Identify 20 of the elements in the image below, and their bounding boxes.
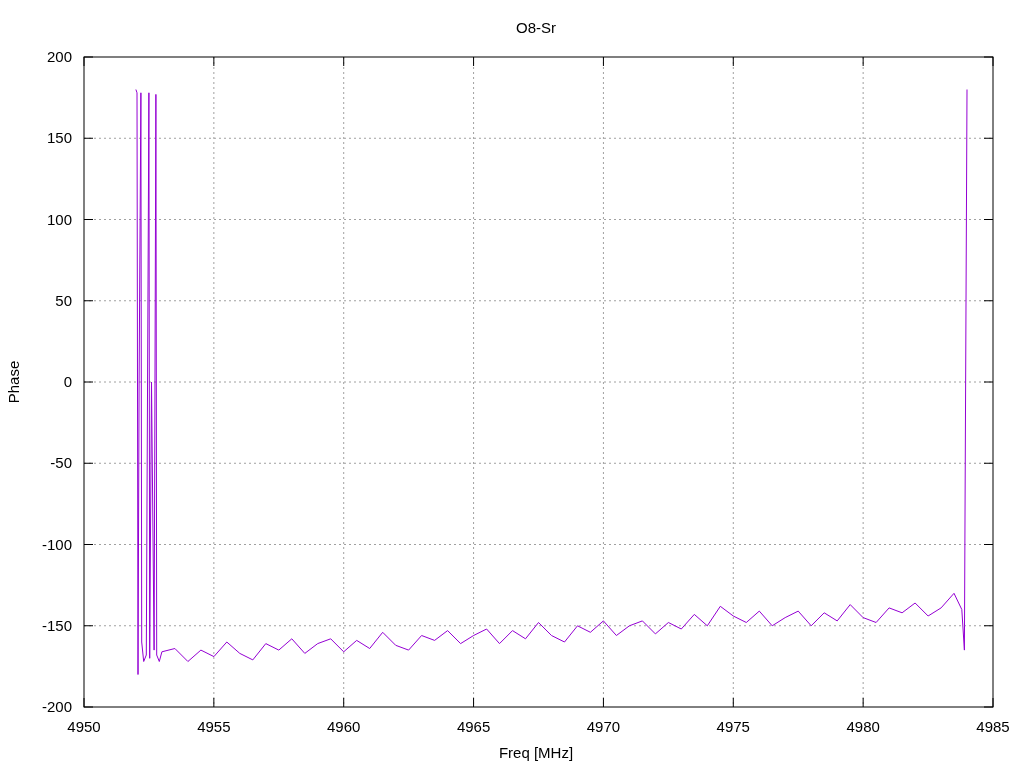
y-tick-label: 0 (63, 373, 72, 390)
x-tick-label: 4985 (976, 718, 1010, 735)
y-axis-label: Phase (5, 360, 22, 404)
y-tick-label: 50 (55, 291, 72, 309)
y-tick-label: -200 (41, 698, 72, 715)
y-tick-label: 150 (46, 129, 72, 147)
x-tick-label: 4975 (716, 718, 750, 735)
y-tick-label: 100 (46, 210, 72, 228)
chart-title: O8-Sr (516, 19, 556, 36)
x-tick-label: 4955 (197, 718, 231, 735)
x-axis-label: Freq [MHz] (498, 744, 574, 761)
x-tick-label: 4965 (456, 718, 491, 735)
x-tick-label: 4970 (586, 718, 621, 735)
x-tick-label: 4980 (846, 718, 880, 735)
x-tick-label: 4960 (327, 718, 361, 735)
y-tick-label: -100 (41, 535, 72, 553)
y-tick-label: -150 (41, 616, 72, 634)
x-tick-label: 4950 (67, 718, 101, 735)
y-tick-label: 200 (46, 48, 72, 65)
y-tick-label: -50 (50, 454, 72, 472)
